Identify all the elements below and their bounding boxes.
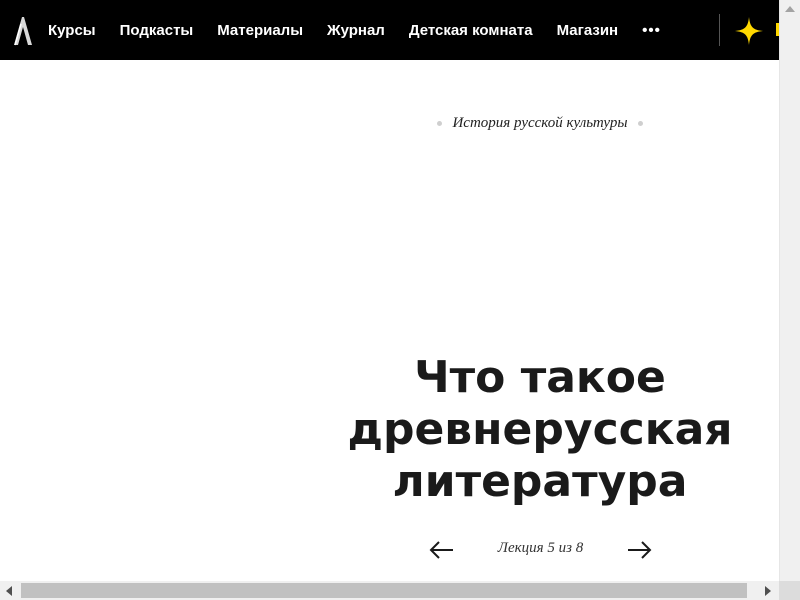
lecture-counter: Лекция 5 из 8 [497,540,584,556]
sparkle-icon[interactable] [734,16,764,46]
horizontal-scrollbar[interactable] [0,581,779,600]
scrollbar-corner [779,581,800,600]
more-menu-button[interactable]: ••• [642,22,661,39]
horizontal-scroll-thumb[interactable] [21,583,747,598]
vertical-scrollbar[interactable] [779,0,800,581]
main-nav: Курсы Подкасты Материалы Журнал Детская … [48,0,661,60]
scroll-right-icon[interactable] [765,586,771,596]
scroll-left-icon[interactable] [6,586,12,596]
dot-right [637,120,643,126]
dot-left [437,120,443,126]
page-viewport: Курсы Подкасты Материалы Журнал Детская … [0,0,779,581]
nav-item-kids-room[interactable]: Детская комната [409,22,533,39]
top-navigation-bar: Курсы Подкасты Материалы Журнал Детская … [0,0,779,60]
arzamas-a-logo-icon[interactable] [12,14,34,46]
nav-item-materials[interactable]: Материалы [217,22,303,39]
course-link[interactable]: История русской культуры [452,115,627,132]
lecture-navigation: Лекция 5 из 8 [428,536,654,564]
nav-item-journal[interactable]: Журнал [327,22,385,39]
arrow-left-icon[interactable] [428,536,454,564]
nav-item-shop[interactable]: Магазин [557,22,619,39]
lecture-title: Что такое древнерусская литература [347,352,733,507]
nav-item-courses[interactable]: Курсы [48,22,96,39]
arrow-right-icon[interactable] [627,536,653,564]
nav-item-podcasts[interactable]: Подкасты [120,22,194,39]
scroll-up-icon[interactable] [785,6,795,12]
course-tag: История русской культуры [427,113,653,133]
nav-divider [719,14,720,46]
